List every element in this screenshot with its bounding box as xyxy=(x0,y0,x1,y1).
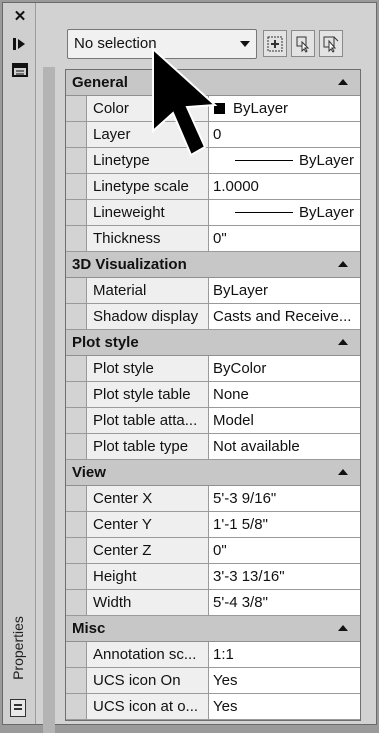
property-name: Linetype scale xyxy=(87,174,209,199)
property-name: Center X xyxy=(87,486,209,511)
quick-select-button[interactable] xyxy=(319,30,343,57)
property-value[interactable]: ByLayer xyxy=(209,278,360,303)
select-objects-icon xyxy=(296,36,310,53)
property-name: Height xyxy=(87,564,209,589)
property-name: Center Z xyxy=(87,538,209,563)
palette-properties-icon[interactable] xyxy=(11,63,29,79)
property-value[interactable]: 1'-1 5/8" xyxy=(209,512,360,537)
property-name: Plot style table xyxy=(87,382,209,407)
property-value[interactable]: Yes xyxy=(209,668,360,693)
property-value[interactable]: Model xyxy=(209,408,360,433)
section-view[interactable]: View xyxy=(66,460,360,486)
property-value[interactable]: None xyxy=(209,382,360,407)
linetype-sample-icon xyxy=(234,160,293,161)
property-value[interactable]: 3'-3 13/16" xyxy=(209,564,360,589)
property-row-annotation-scale[interactable]: Annotation sc... 1:1 xyxy=(66,642,360,668)
property-row-thickness[interactable]: Thickness 0" xyxy=(66,226,360,252)
toggle-pickadd-button[interactable] xyxy=(263,30,287,57)
collapse-section-icon[interactable] xyxy=(338,625,348,631)
property-value[interactable]: 5'-3 9/16" xyxy=(209,486,360,511)
property-value[interactable]: 5'-4 3/8" xyxy=(209,590,360,615)
properties-grid: General Color ByLayer Layer 0 Linetype ByLa… xyxy=(65,69,361,721)
property-value[interactable]: 0" xyxy=(209,226,360,251)
section-misc[interactable]: Misc xyxy=(66,616,360,642)
property-name: Annotation sc... xyxy=(87,642,209,667)
section-title: Plot style xyxy=(72,334,139,351)
section-title: View xyxy=(72,464,106,481)
collapse-section-icon[interactable] xyxy=(338,79,348,85)
property-row-height[interactable]: Height 3'-3 13/16" xyxy=(66,564,360,590)
property-name: Lineweight xyxy=(87,200,209,225)
property-value[interactable]: ByLayer xyxy=(209,148,360,173)
mouse-pointer-icon xyxy=(152,46,218,157)
property-value[interactable]: ByColor xyxy=(209,356,360,381)
auto-hide-icon[interactable] xyxy=(11,37,29,53)
close-icon[interactable]: ✕ xyxy=(11,9,29,25)
property-value[interactable]: Yes xyxy=(209,694,360,719)
collapse-section-icon[interactable] xyxy=(338,339,348,345)
property-name: UCS icon at o... xyxy=(87,694,209,719)
dropdown-arrow-icon xyxy=(240,41,250,47)
section-title: General xyxy=(72,74,128,91)
property-row-plot-style-table[interactable]: Plot style table None xyxy=(66,382,360,408)
collapse-section-icon[interactable] xyxy=(338,469,348,475)
select-objects-button[interactable] xyxy=(291,30,315,57)
property-value[interactable]: 1.0000 xyxy=(209,174,360,199)
lineweight-sample-icon xyxy=(234,212,293,213)
property-name: Plot table type xyxy=(87,434,209,459)
property-row-ucs-icon-at-origin[interactable]: UCS icon at o... Yes xyxy=(66,694,360,720)
property-row-center-x[interactable]: Center X 5'-3 9/16" xyxy=(66,486,360,512)
property-value[interactable]: ByLayer xyxy=(209,96,360,121)
property-row-width[interactable]: Width 5'-4 3/8" xyxy=(66,590,360,616)
property-row-plot-style[interactable]: Plot style ByColor xyxy=(66,356,360,382)
scrollbar[interactable] xyxy=(43,67,55,733)
properties-palette: ✕ Properties No selection General Color … xyxy=(2,2,377,733)
property-row-plot-table-attached[interactable]: Plot table atta... Model xyxy=(66,408,360,434)
section-3d-visualization[interactable]: 3D Visualization xyxy=(66,252,360,278)
property-name: Plot style xyxy=(87,356,209,381)
property-row-center-y[interactable]: Center Y 1'-1 5/8" xyxy=(66,512,360,538)
palette-title: Properties xyxy=(10,616,26,680)
property-name: Shadow display xyxy=(87,304,209,329)
property-value[interactable]: 0" xyxy=(209,538,360,563)
property-name: Material xyxy=(87,278,209,303)
toggle-pickadd-icon xyxy=(267,36,283,52)
property-row-lineweight[interactable]: Lineweight ByLayer xyxy=(66,200,360,226)
property-name: Width xyxy=(87,590,209,615)
property-name: Thickness xyxy=(87,226,209,251)
property-row-center-z[interactable]: Center Z 0" xyxy=(66,538,360,564)
property-row-linetype-scale[interactable]: Linetype scale 1.0000 xyxy=(66,174,360,200)
collapse-section-icon[interactable] xyxy=(338,261,348,267)
property-name: Plot table atta... xyxy=(87,408,209,433)
properties-palette-icon[interactable] xyxy=(10,699,26,717)
property-row-shadow-display[interactable]: Shadow display Casts and Receive... xyxy=(66,304,360,330)
property-value[interactable]: ByLayer xyxy=(209,200,360,225)
property-name: UCS icon On xyxy=(87,668,209,693)
section-title: 3D Visualization xyxy=(72,256,187,273)
section-plot-style[interactable]: Plot style xyxy=(66,330,360,356)
palette-title-bar[interactable]: ✕ Properties xyxy=(3,3,36,724)
property-value[interactable]: 1:1 xyxy=(209,642,360,667)
property-value[interactable]: Casts and Receive... xyxy=(209,304,360,329)
property-value[interactable]: 0 xyxy=(209,122,360,147)
property-value[interactable]: Not available xyxy=(209,434,360,459)
property-row-material[interactable]: Material ByLayer xyxy=(66,278,360,304)
property-row-ucs-icon-on[interactable]: UCS icon On Yes xyxy=(66,668,360,694)
section-title: Misc xyxy=(72,620,106,637)
property-row-plot-table-type[interactable]: Plot table type Not available xyxy=(66,434,360,460)
quick-select-icon xyxy=(323,36,339,53)
property-name: Center Y xyxy=(87,512,209,537)
